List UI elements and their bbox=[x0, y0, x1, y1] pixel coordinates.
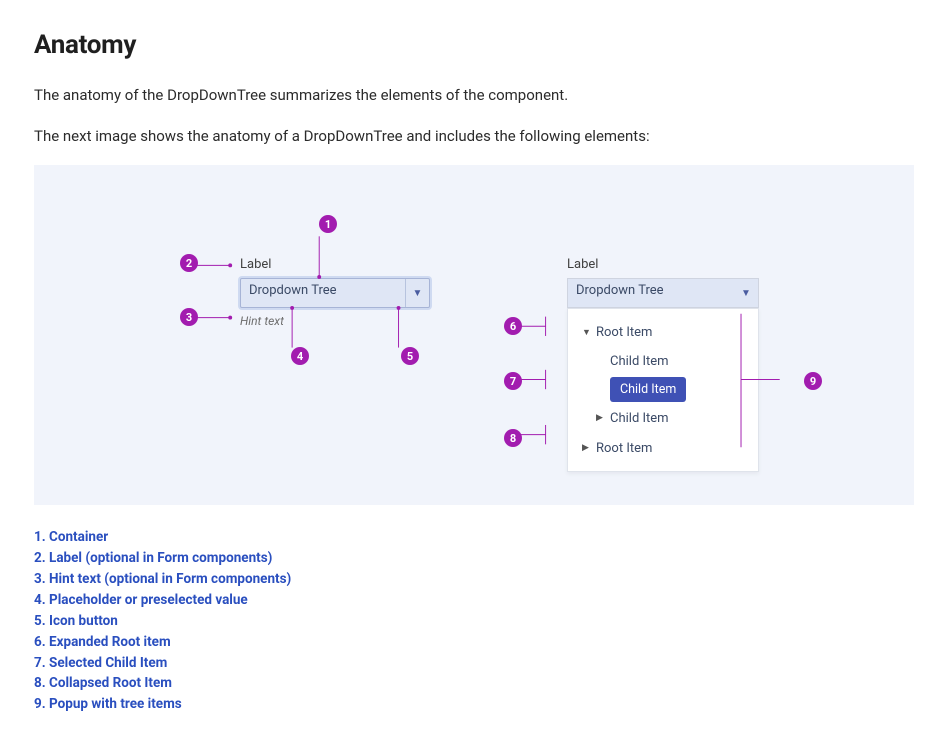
callout-1: 1 bbox=[319, 215, 337, 233]
caret-down-icon[interactable]: ▼ bbox=[734, 279, 758, 307]
tree-root-expanded[interactable]: ▼ Root Item bbox=[568, 317, 758, 347]
callout-3: 3 bbox=[180, 308, 198, 326]
tree-popup: ▼ Root Item Child Item Child Item ▶ Chil… bbox=[567, 308, 759, 472]
dropdowntree-closed: Label Dropdown Tree ▼ Hint text bbox=[240, 257, 430, 328]
field-label: Label bbox=[567, 257, 759, 272]
tree-root-collapsed[interactable]: ▶ Root Item bbox=[568, 433, 758, 463]
hint-text: Hint text bbox=[240, 314, 430, 328]
tree-child-item[interactable]: Child Item bbox=[568, 347, 758, 375]
legend-item: 7. Selected Child Item bbox=[34, 653, 914, 674]
callout-4: 4 bbox=[291, 347, 309, 365]
legend-list: 1. Container 2. Label (optional in Form … bbox=[34, 527, 914, 715]
dropdowntree-field[interactable]: Dropdown Tree ▼ bbox=[240, 278, 430, 308]
field-label: Label bbox=[240, 257, 430, 272]
callout-6: 6 bbox=[504, 317, 522, 335]
tree-child-selected[interactable]: Child Item bbox=[568, 375, 758, 403]
page-title: Anatomy bbox=[34, 30, 914, 60]
field-value: Dropdown Tree bbox=[568, 279, 734, 307]
legend-item: 6. Expanded Root item bbox=[34, 632, 914, 653]
legend-item: 5. Icon button bbox=[34, 611, 914, 632]
caret-down-icon[interactable]: ▼ bbox=[405, 279, 429, 307]
intro-para-1: The anatomy of the DropDownTree summariz… bbox=[34, 84, 914, 107]
caret-down-icon: ▼ bbox=[582, 327, 596, 338]
legend-item: 9. Popup with tree items bbox=[34, 694, 914, 715]
dropdowntree-open: Label Dropdown Tree ▼ ▼ Root Item Child … bbox=[567, 257, 759, 472]
tree-item-label: Child Item bbox=[610, 377, 686, 402]
field-value: Dropdown Tree bbox=[241, 279, 405, 307]
legend-item: 4. Placeholder or preselected value bbox=[34, 590, 914, 611]
callout-9: 9 bbox=[804, 372, 822, 390]
tree-item-label: Child Item bbox=[610, 411, 669, 426]
tree-item-label: Root Item bbox=[596, 325, 652, 340]
dropdowntree-field[interactable]: Dropdown Tree ▼ bbox=[567, 278, 759, 308]
caret-right-icon: ▶ bbox=[596, 413, 610, 423]
legend-item: 8. Collapsed Root Item bbox=[34, 673, 914, 694]
callout-7: 7 bbox=[504, 372, 522, 390]
callout-8: 8 bbox=[504, 429, 522, 447]
caret-right-icon: ▶ bbox=[582, 443, 596, 453]
tree-item-label: Root Item bbox=[596, 441, 652, 456]
callout-2: 2 bbox=[180, 254, 198, 272]
intro-para-2: The next image shows the anatomy of a Dr… bbox=[34, 125, 914, 148]
callout-lines bbox=[58, 213, 890, 457]
tree-child-collapsed[interactable]: ▶ Child Item bbox=[568, 403, 758, 433]
legend-item: 1. Container bbox=[34, 527, 914, 548]
callout-5: 5 bbox=[401, 347, 419, 365]
legend-item: 2. Label (optional in Form components) bbox=[34, 548, 914, 569]
anatomy-diagram: Label Dropdown Tree ▼ Hint text Label Dr… bbox=[34, 165, 914, 505]
legend-item: 3. Hint text (optional in Form component… bbox=[34, 569, 914, 590]
tree-item-label: Child Item bbox=[610, 354, 669, 369]
